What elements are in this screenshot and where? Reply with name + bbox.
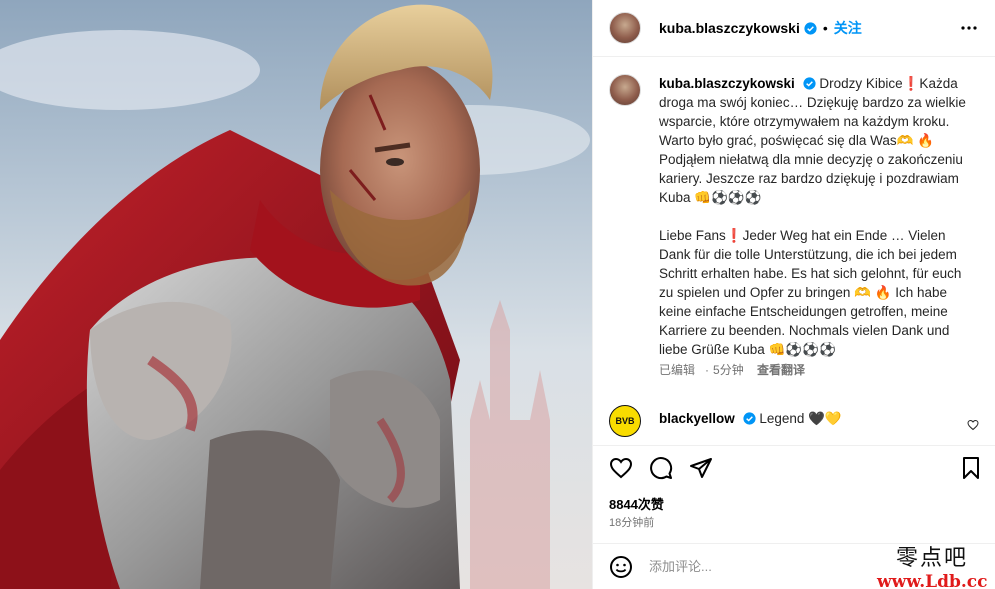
caption-text-polish: Drodzy Kibice❗Każda droga ma swój koniec… [659, 76, 966, 205]
verified-icon [742, 412, 756, 425]
comment-input[interactable] [649, 559, 849, 574]
comment-icon[interactable] [649, 456, 673, 480]
caption-meta: 已编辑 · 5分钟 查看翻译 [659, 361, 979, 380]
see-translation-link[interactable]: 查看翻译 [757, 363, 805, 377]
action-bar [593, 445, 995, 485]
heart-small-icon[interactable] [967, 419, 979, 431]
share-icon[interactable] [689, 456, 713, 480]
verified-icon [804, 21, 817, 35]
post-image[interactable] [0, 0, 592, 589]
caption-username[interactable]: kuba.blaszczykowski [659, 76, 795, 91]
post-sidebar: kuba.blaszczykowski • 关注 kuba.blaszczyko… [592, 0, 995, 589]
caption-avatar[interactable] [609, 74, 641, 106]
post-time: 18分钟前 [609, 517, 655, 529]
caption-text-german: Liebe Fans❗Jeder Weg hat ein Ende … Viel… [659, 228, 962, 357]
like-count[interactable]: 8844次赞 [609, 494, 664, 513]
post-header: kuba.blaszczykowski • 关注 [593, 0, 995, 57]
emoji-icon[interactable] [609, 555, 633, 579]
commenter-username[interactable]: blackyellow [659, 411, 735, 426]
follow-button[interactable]: 关注 [834, 18, 862, 38]
warrior-illustration [0, 4, 590, 589]
heart-icon[interactable] [609, 456, 633, 480]
edited-label: 已编辑 [659, 363, 696, 377]
verified-icon [802, 77, 816, 90]
add-comment-bar [593, 543, 995, 589]
bookmark-icon[interactable] [959, 456, 983, 480]
header-separator: • [822, 20, 828, 36]
more-icon[interactable] [960, 19, 978, 37]
commenter-avatar[interactable]: BVB [609, 405, 641, 437]
caption-age: 5分钟 [713, 363, 744, 377]
comments-section: kuba.blaszczykowski Drodzy Kibice❗Każda … [593, 58, 995, 445]
comment-text: Legend 🖤💛 [759, 411, 842, 426]
author-username[interactable]: kuba.blaszczykowski [659, 20, 800, 36]
author-avatar[interactable] [609, 12, 641, 44]
bvb-logo-text: BVB [615, 416, 635, 426]
meta-dot: · [705, 363, 710, 377]
